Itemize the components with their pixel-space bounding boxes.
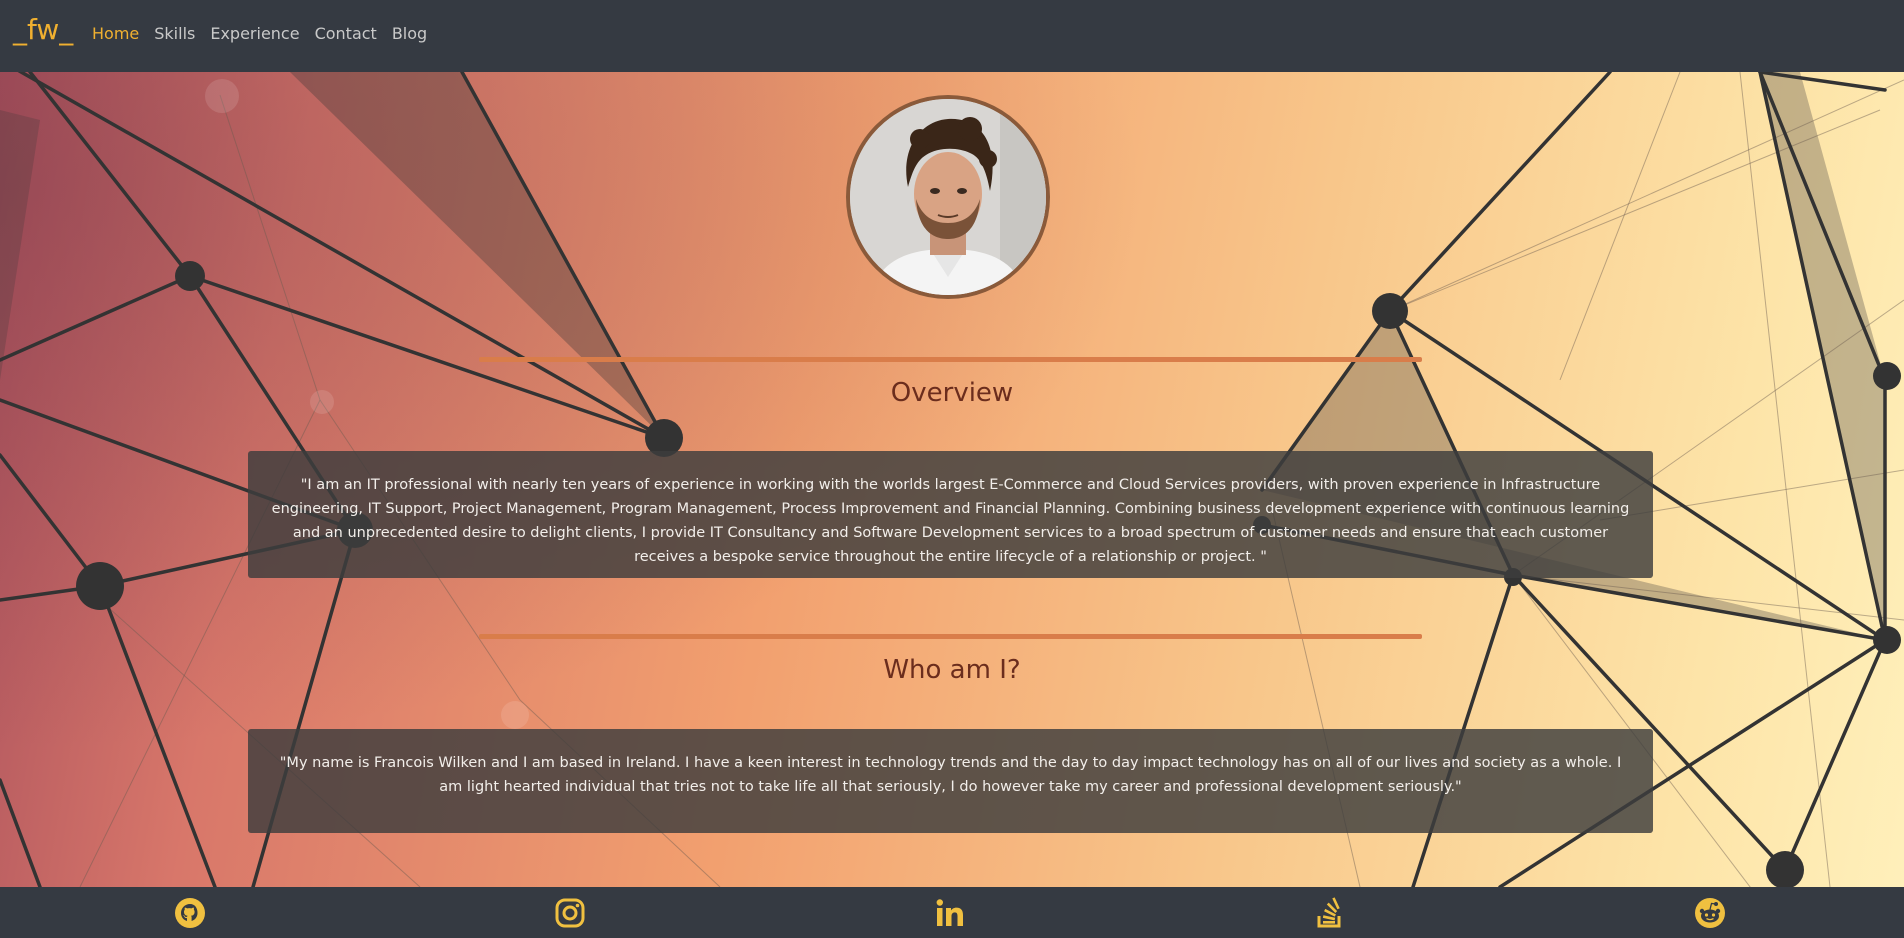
about-card: "My name is Francois Wilken and I am bas… bbox=[248, 729, 1653, 833]
nav-blog-link[interactable]: Blog bbox=[392, 24, 427, 43]
footer-bar bbox=[0, 887, 1904, 938]
overview-card: "I am an IT professional with nearly ten… bbox=[248, 451, 1653, 578]
github-icon[interactable] bbox=[174, 897, 206, 929]
reddit-icon[interactable] bbox=[1694, 897, 1726, 929]
overview-divider bbox=[479, 357, 1422, 362]
about-text: "My name is Francois Wilken and I am bas… bbox=[279, 755, 1622, 795]
about-heading: Who am I? bbox=[883, 655, 1021, 685]
stackoverflow-icon[interactable] bbox=[1314, 897, 1346, 929]
about-divider bbox=[479, 634, 1422, 639]
nav-experience-link[interactable]: Experience bbox=[210, 24, 299, 43]
nav-skills-link[interactable]: Skills bbox=[154, 24, 195, 43]
linkedin-icon[interactable] bbox=[934, 897, 966, 929]
instagram-icon[interactable] bbox=[554, 897, 586, 929]
profile-photo-illustration bbox=[850, 99, 1046, 295]
nav-contact-link[interactable]: Contact bbox=[315, 24, 377, 43]
top-navbar: _fw_ Home Skills Experience Contact Blog bbox=[0, 0, 1904, 72]
overview-text: "I am an IT professional with nearly ten… bbox=[271, 477, 1630, 565]
profile-photo bbox=[846, 95, 1050, 299]
main-nav: Home Skills Experience Contact Blog bbox=[92, 24, 427, 43]
nav-home-link[interactable]: Home bbox=[92, 24, 139, 43]
site-logo[interactable]: _fw_ bbox=[13, 13, 73, 46]
overview-heading: Overview bbox=[890, 378, 1014, 408]
